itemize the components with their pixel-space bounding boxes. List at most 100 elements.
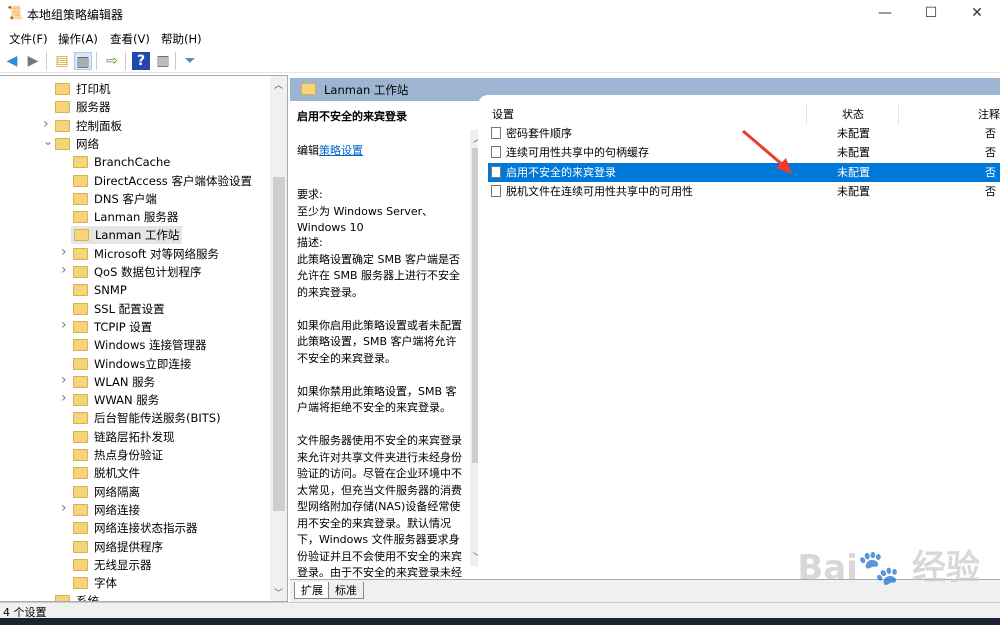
tree-item[interactable]: Lanman 服务器 [73,208,178,226]
back-arrow-icon[interactable]: ◀ [3,52,21,70]
tab-standard[interactable]: 标准 [328,582,364,599]
tree-item[interactable]: 热点身份验证 [73,446,163,464]
column-header-comment[interactable]: 注释 [978,105,1000,125]
folder-icon [73,357,88,370]
tree-item-label: Windows立即连接 [94,356,192,371]
expand-chevron-icon[interactable]: › [61,262,67,278]
tree-item[interactable]: 脱机文件 [73,464,140,482]
folder-icon [55,595,70,601]
folder-icon [55,119,70,132]
tree-item-label: 服务器 [76,100,111,115]
setting-state: 未配置 [837,165,870,179]
menu-view[interactable]: 查看(V) [110,31,150,47]
watermark-logo: Bai🐾 经验 [797,548,980,588]
expand-chevron-icon[interactable]: › [61,390,67,406]
folder-icon [73,485,88,498]
tree-item[interactable]: Microsoft 对等网络服务 [73,245,219,263]
up-folder-icon[interactable]: ▤ [53,52,71,70]
tree-item-label: 网络连接状态指示器 [94,521,198,536]
tree-item[interactable]: WWAN 服务 [73,391,159,409]
tree-item[interactable]: 网络提供程序 [73,538,163,556]
taskbar-strip [0,618,1000,625]
tree-item-label: DirectAccess 客户端体验设置 [94,173,252,188]
tree-item[interactable]: DirectAccess 客户端体验设置 [73,172,252,190]
tree-item[interactable]: BranchCache [73,153,170,171]
folder-icon [73,412,88,425]
show-hide-tree-icon[interactable]: ▥ [74,52,92,70]
tree-item-label: 网络隔离 [94,484,140,499]
folder-icon [73,540,88,553]
tree-item[interactable]: 服务器 [55,98,111,116]
menu-help[interactable]: 帮助(H) [161,31,202,47]
edit-policy-link[interactable]: 策略设置 [319,144,363,157]
tree-item-label: 脱机文件 [94,466,140,481]
maximize-button[interactable]: ☐ [908,0,954,28]
tree-item[interactable]: TCPIP 设置 [73,318,152,336]
filter-icon[interactable]: ⏷ [181,52,199,70]
expand-chevron-icon[interactable]: › [43,116,49,132]
folder-icon [73,467,88,480]
folder-icon [73,174,88,187]
tree-item-label: SNMP [94,283,127,298]
tree-item[interactable]: 控制面板 [55,117,122,135]
show-action-pane-icon[interactable]: ▥ [154,52,172,70]
collapse-chevron-icon[interactable]: ⌄ [43,134,53,148]
list-item[interactable]: 脱机文件在连续可用性共享中的可用性 未配置 否 [488,182,1000,201]
tree-item[interactable]: 网络连接状态指示器 [73,519,198,537]
tree-item-label: Lanman 服务器 [94,210,179,225]
tree-item[interactable]: DNS 客户端 [73,190,157,208]
tree-item-label: Microsoft 对等网络服务 [94,246,219,261]
setting-comment: 否 [985,184,996,198]
setting-comment: 否 [985,146,996,160]
folder-icon [55,83,70,95]
folder-icon [73,430,88,443]
expand-chevron-icon[interactable]: › [61,317,67,333]
folder-icon [73,503,88,516]
column-header-state[interactable]: 状态 [842,105,864,125]
tree-item[interactable]: Windows 连接管理器 [73,336,207,354]
menu-action[interactable]: 操作(A) [58,31,98,47]
export-list-icon[interactable]: ⇨ [103,52,121,70]
tree-item[interactable]: 后台智能传送服务(BITS) [73,409,221,427]
tab-extended[interactable]: 扩展 [294,582,330,599]
tree-item[interactable]: WLAN 服务 [73,373,155,391]
tree-item[interactable]: 网络隔离 [73,483,140,501]
tree-item[interactable]: 网络连接 [73,501,140,519]
folder-icon [73,522,88,535]
expand-chevron-icon[interactable]: › [61,500,67,516]
settings-list: 设置 状态 注释 密码套件顺序 未配置否连续可用性共享中的句柄缓存 未配置否启用不安… [478,95,1000,602]
tree-item[interactable]: 系统 [55,592,99,601]
help-icon[interactable]: ? [132,52,150,70]
folder-icon [73,156,88,169]
column-header-setting[interactable]: 设置 [492,105,514,125]
expand-chevron-icon[interactable]: › [61,372,67,388]
setting-state: 未配置 [837,127,870,140]
folder-icon [73,320,88,333]
tree-item[interactable]: 网络 [55,135,99,153]
tree-item[interactable]: SNMP [73,281,127,299]
tree-item[interactable]: 无线显示器 [73,556,152,574]
forward-arrow-icon[interactable]: ▶ [24,52,42,70]
tree-pane: 打印机服务器 › 控制面板 ⌄ 网络 BranchCache DirectAccess 客户… [0,75,288,602]
tree-item[interactable]: 链路层拓扑发现 [73,428,175,446]
tree-item[interactable]: 字体 [73,574,117,592]
tree-item[interactable]: SSL 配置设置 [73,300,165,318]
tree-item[interactable]: Windows立即连接 [73,355,191,373]
tree-item[interactable]: QoS 数据包计划程序 [73,263,202,281]
expand-chevron-icon[interactable]: › [61,244,67,260]
tree-item[interactable]: Lanman 工作站 [71,226,183,245]
minimize-button[interactable]: — [862,0,908,28]
folder-icon [73,449,88,461]
tree-item[interactable]: 打印机 [55,80,111,98]
tree-item-label: 链路层拓扑发现 [94,429,175,444]
close-button[interactable]: ✕ [954,0,1000,28]
folder-icon [73,302,88,315]
folder-icon [73,577,88,590]
setting-state: 未配置 [837,146,870,160]
description-pane: 启用不安全的来宾登录 编辑策略设置 要求: 至少为 Windows Server… [290,101,486,579]
tree-scrollbar[interactable]: ︿ ﹀ [270,76,287,601]
folder-icon [73,211,88,224]
menu-file[interactable]: 文件(F) [9,31,48,47]
policy-setting-icon [491,184,501,197]
title-bar: 📜 本地组策略编辑器 — ☐ ✕ [0,0,1000,28]
